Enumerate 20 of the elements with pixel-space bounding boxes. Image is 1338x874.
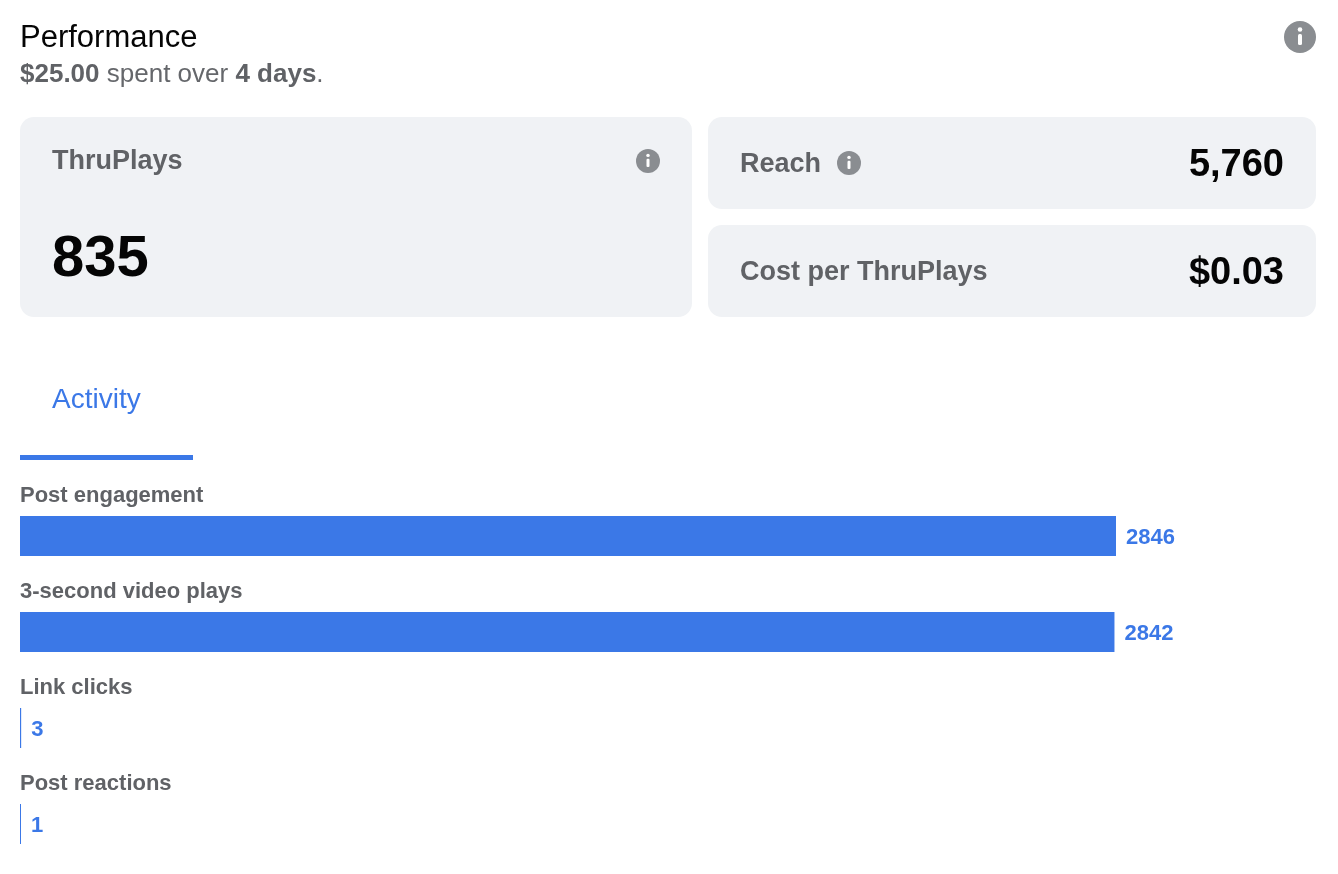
info-icon[interactable] (1284, 21, 1316, 53)
metric-value: 835 (52, 222, 150, 289)
metric-value: 5,760 (1188, 141, 1284, 185)
bar-label: Post reactions (20, 770, 172, 795)
bar-value: 1 (31, 812, 44, 837)
spend-summary: $25.00 spent over 4 days. (20, 58, 324, 89)
metric-value: $0.03 (1188, 249, 1284, 293)
info-icon[interactable] (837, 151, 862, 175)
metric-label: Cost per ThruPlays (740, 255, 988, 287)
info-icon[interactable] (636, 148, 660, 173)
bar-label: Post engagement (20, 482, 204, 507)
bar-value: 3 (31, 716, 44, 741)
section-title: Performance (20, 18, 199, 56)
bar-value: 2846 (1126, 524, 1175, 549)
tab[interactable]: Activity (20, 355, 193, 460)
metric-label: Reach (740, 147, 822, 179)
bar-label: Link clicks (20, 674, 133, 699)
metric-label: ThruPlays (52, 145, 183, 176)
bar-label: 3-second video plays (20, 578, 243, 603)
bar-value: 2842 (1124, 620, 1174, 645)
